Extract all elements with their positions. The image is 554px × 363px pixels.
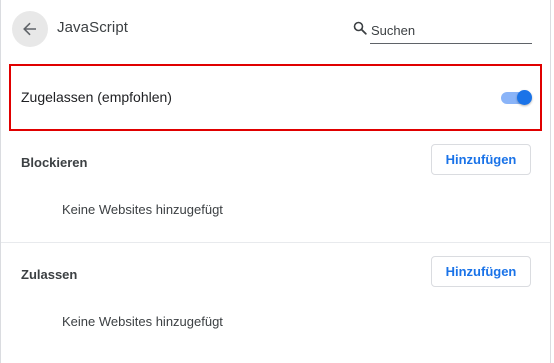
allow-empty-text: Keine Websites hinzugefügt — [62, 314, 223, 329]
block-empty-text: Keine Websites hinzugefügt — [62, 202, 223, 217]
search-icon — [353, 21, 367, 35]
arrow-left-icon — [23, 22, 36, 36]
section-divider — [1, 242, 550, 243]
add-allowed-site-button[interactable]: Hinzufügen — [431, 256, 531, 287]
allow-section-heading: Zulassen — [21, 267, 78, 282]
allowed-toggle[interactable] — [501, 89, 532, 105]
settings-page: JavaScript Zugelassen (empfohlen) Blocki… — [0, 0, 551, 363]
toggle-knob — [517, 90, 532, 105]
page-title: JavaScript — [57, 19, 129, 36]
page-header: JavaScript — [1, 0, 550, 58]
back-button[interactable] — [12, 11, 48, 47]
search-input[interactable] — [370, 20, 532, 44]
search-field[interactable] — [353, 20, 532, 44]
block-section-heading: Blockieren — [21, 155, 88, 170]
allowed-setting-label: Zugelassen (empfohlen) — [21, 89, 172, 105]
add-blocked-site-button[interactable]: Hinzufügen — [431, 144, 531, 175]
